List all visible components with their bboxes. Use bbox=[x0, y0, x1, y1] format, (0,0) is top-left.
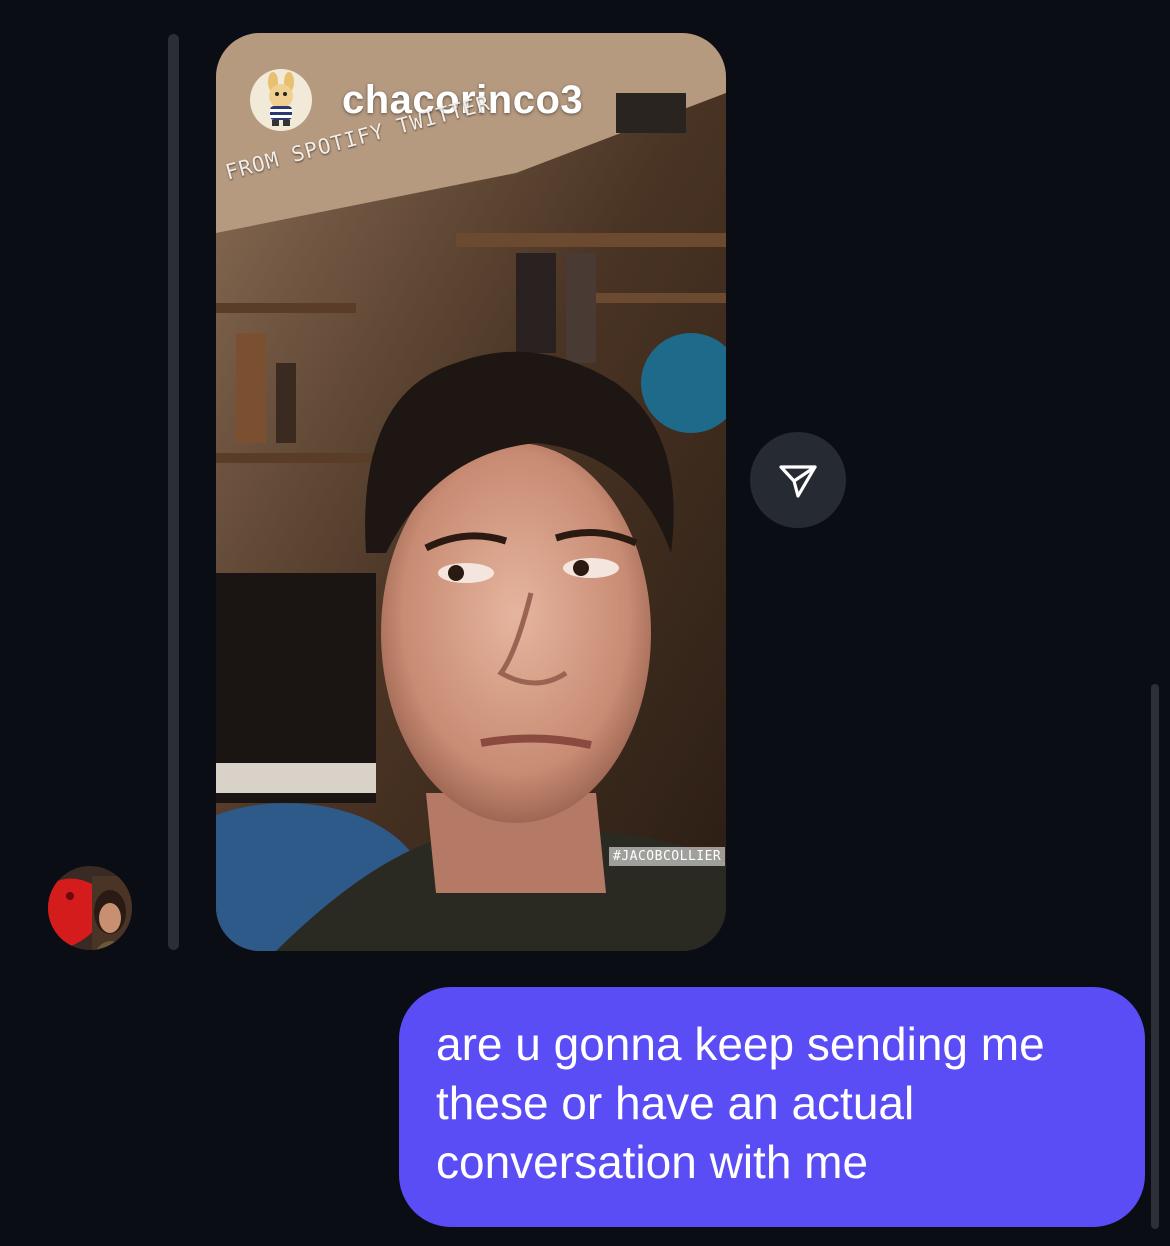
profile-photo-avatar-icon bbox=[48, 866, 132, 950]
outgoing-message-bubble[interactable]: are u gonna keep sending me these or hav… bbox=[399, 987, 1145, 1227]
share-story-button[interactable] bbox=[750, 432, 846, 528]
story-reply-line bbox=[168, 34, 179, 950]
dm-thread: chacorinco3 FROM SPOTIFY TWITTER #JACOBC… bbox=[0, 0, 1170, 1246]
scrollbar[interactable] bbox=[1151, 684, 1159, 1229]
story-video-frame bbox=[216, 33, 726, 951]
sender-avatar[interactable] bbox=[48, 866, 132, 950]
message-text: are u gonna keep sending me these or hav… bbox=[436, 1018, 1045, 1188]
story-preview-card[interactable]: chacorinco3 FROM SPOTIFY TWITTER #JACOBC… bbox=[216, 33, 726, 951]
paper-plane-icon bbox=[779, 465, 817, 498]
cartoon-bunny-avatar-icon[interactable] bbox=[250, 69, 312, 131]
story-hashtag-sticker: #JACOBCOLLIER bbox=[609, 847, 726, 866]
